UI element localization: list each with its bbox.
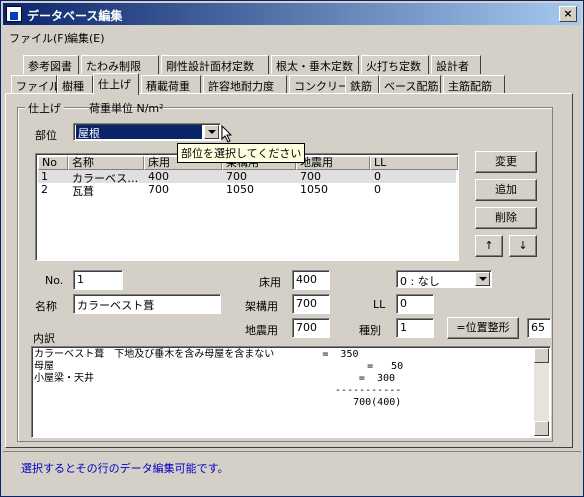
cell-ll: 0 <box>374 183 381 196</box>
tab-file[interactable]: ファイル <box>11 75 60 94</box>
cell-no: 2 <box>41 183 48 196</box>
chevron-down-icon[interactable] <box>475 272 490 286</box>
tab-finishes[interactable]: 仕上げ <box>93 73 139 95</box>
move-up-button[interactable]: ↑ <box>475 235 503 257</box>
quake-input[interactable]: 700 <box>292 318 330 338</box>
close-button[interactable]: × <box>559 6 577 22</box>
cell-ll: 0 <box>374 170 381 183</box>
tab-soil-capacity[interactable]: 許容地耐力度 <box>203 75 287 94</box>
cell-no: 1 <box>41 170 48 183</box>
tab-joist-constants[interactable]: 根太・垂木定数 <box>271 55 359 74</box>
scroll-up-icon[interactable] <box>534 348 549 363</box>
load-unit-label: 荷重単位 N/m² <box>89 102 164 115</box>
title-bar[interactable]: データベース編集 × <box>3 3 581 25</box>
col-no[interactable]: No <box>38 156 68 170</box>
no-label: No. <box>45 274 64 287</box>
col-ll[interactable]: LL <box>370 156 458 170</box>
cell-quake: 700 <box>300 170 321 183</box>
cell-frame: 1050 <box>226 183 254 196</box>
frame-label: 架構用 <box>245 300 278 313</box>
tab-deflection-limit[interactable]: たわみ制限 <box>81 55 159 74</box>
menu-file[interactable]: ファイル(F) <box>9 30 68 46</box>
part-select-value: 屋根 <box>76 125 202 140</box>
name-input[interactable]: カラーベスト葺 <box>73 294 221 314</box>
tab-wood-species[interactable]: 樹種 <box>57 75 93 94</box>
memo-scrollbar[interactable] <box>534 348 549 436</box>
tab-concrete[interactable]: コンクリート <box>289 75 360 94</box>
breakdown-label: 内訳 <box>33 332 55 345</box>
no-input[interactable]: 1 <box>73 270 123 290</box>
cell-quake: 1050 <box>300 183 328 196</box>
cell-name: 瓦葺 <box>72 185 94 198</box>
tab-main-rebar[interactable]: 主筋配筋 <box>443 75 505 94</box>
floor-label: 床用 <box>259 276 281 289</box>
tab-rebar[interactable]: 鉄筋 <box>345 75 379 94</box>
window-title: データベース編集 <box>27 9 123 23</box>
ll-label: LL <box>373 298 386 311</box>
part-select[interactable]: 屋根 <box>73 123 221 141</box>
cell-frame: 700 <box>226 170 247 183</box>
delete-button[interactable]: 削除 <box>475 207 537 229</box>
breakdown-line: 700(400) <box>34 397 402 408</box>
frame-input[interactable]: 700 <box>292 294 330 314</box>
type-label: 種別 <box>359 324 381 337</box>
breakdown-line: ----------- <box>34 385 402 396</box>
tab-designer[interactable]: 設計者 <box>431 55 481 74</box>
status-text: 選択するとその行のデータ編集可能です。 <box>21 462 229 475</box>
database-edit-window: データベース編集 × ファイル(F) 編集(E) 参考図書 たわみ制限 剛性設計… <box>0 0 584 497</box>
table-row[interactable]: 1 カラーベス… 400 700 700 0 <box>38 170 456 185</box>
change-button[interactable]: 変更 <box>475 151 537 173</box>
breakdown-memo[interactable]: カラーベスト葺 下地及び垂木を含み母屋を含まない = 350 母屋 = 50 小… <box>31 346 551 438</box>
col-name[interactable]: 名称 <box>68 156 144 170</box>
floor-input[interactable]: 400 <box>292 270 330 290</box>
col-quake[interactable]: 地震用 <box>296 156 370 170</box>
align-button[interactable]: =位置整形 <box>447 317 519 339</box>
type-input[interactable]: 1 <box>396 318 434 338</box>
category-select-value: 0 : なし <box>400 275 440 288</box>
part-label: 部位 <box>35 129 57 142</box>
scroll-down-icon[interactable] <box>534 421 549 436</box>
menu-bar: ファイル(F) 編集(E) <box>3 27 581 47</box>
app-icon <box>6 6 22 22</box>
breakdown-line: 母屋 = 50 <box>34 361 404 372</box>
mouse-cursor-icon <box>221 125 233 143</box>
cell-floor: 700 <box>148 183 169 196</box>
add-button[interactable]: 追加 <box>475 179 537 201</box>
ll-input[interactable]: 0 <box>396 294 434 314</box>
chevron-down-icon[interactable] <box>204 125 219 139</box>
cell-floor: 400 <box>148 170 169 183</box>
part-tooltip: 部位を選択してください <box>177 143 306 163</box>
category-select[interactable]: 0 : なし <box>396 270 492 288</box>
breakdown-line: 小屋梁・天井 = 300 <box>34 373 396 384</box>
width-input[interactable]: 65 <box>527 318 551 338</box>
quake-label: 地震用 <box>245 324 278 337</box>
breakdown-line: カラーベスト葺 下地及び垂木を含み母屋を含まない = 350 <box>34 349 359 360</box>
tab-brace-constants[interactable]: 火打ち定数 <box>361 55 429 74</box>
tab-base-rebar[interactable]: ベース配筋 <box>379 75 441 94</box>
group-title: 仕上げ <box>25 100 64 116</box>
tab-rigidity-constants[interactable]: 剛性設計面材定数 <box>161 55 269 74</box>
finish-list[interactable]: No 名称 床用 架構用 地震用 LL 1 カラーベス… 400 700 700… <box>35 153 459 261</box>
tab-reference-books[interactable]: 参考図書 <box>23 55 79 74</box>
name-label: 名称 <box>35 300 57 313</box>
menu-edit[interactable]: 編集(E) <box>67 30 105 46</box>
table-row[interactable]: 2 瓦葺 700 1050 1050 0 <box>38 183 456 198</box>
tab-live-load[interactable]: 積載荷重 <box>141 75 201 94</box>
status-bar: 選択するとその行のデータ編集可能です。 <box>3 451 581 494</box>
move-down-button[interactable]: ↓ <box>509 235 537 257</box>
